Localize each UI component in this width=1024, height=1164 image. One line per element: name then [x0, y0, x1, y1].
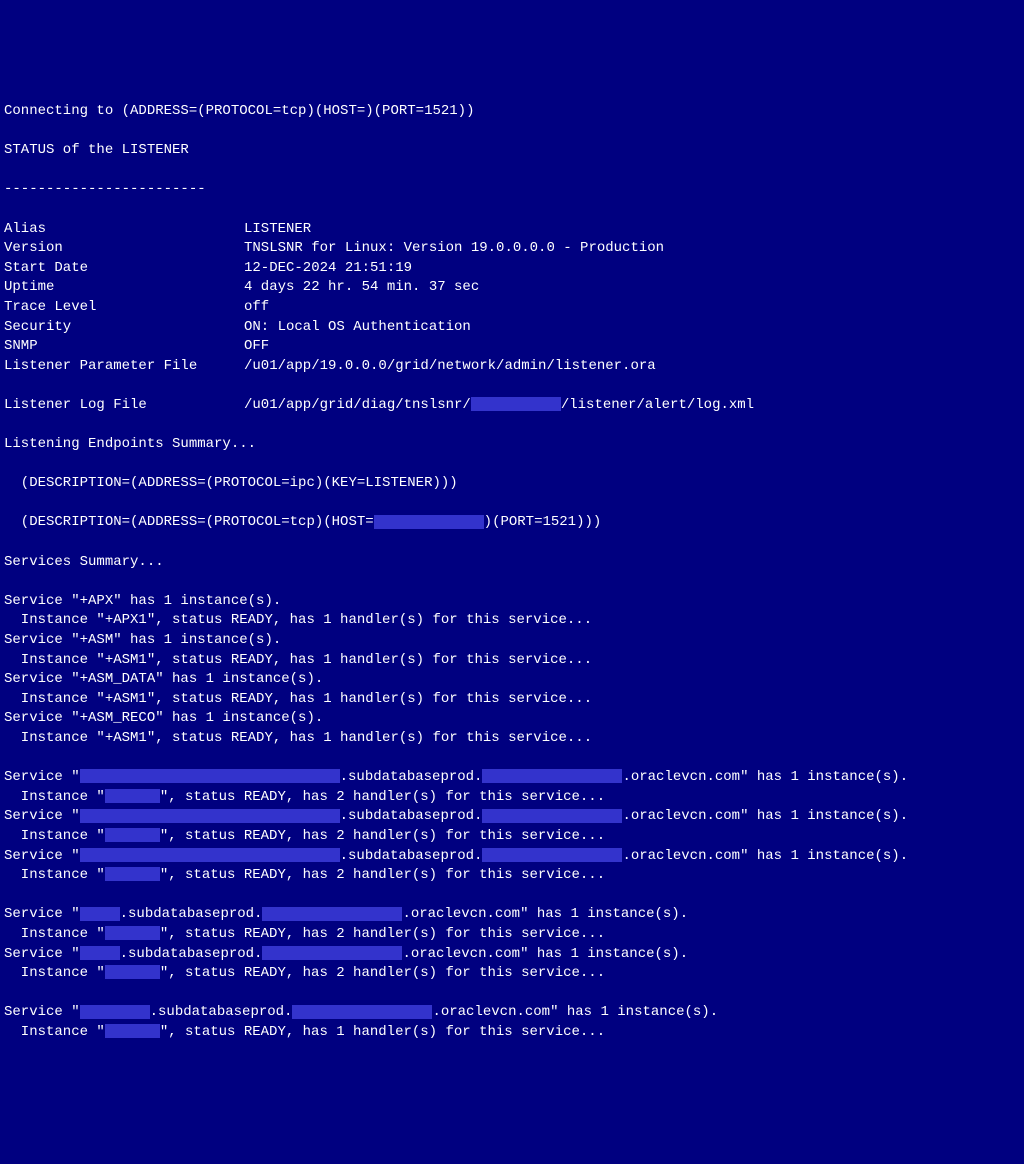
- status-row: SNMPOFF: [4, 337, 1024, 357]
- status-row: Listener Parameter File/u01/app/19.0.0.0…: [4, 357, 1024, 377]
- endpoint-ipc: (DESCRIPTION=(ADDRESS=(PROTOCOL=ipc)(KEY…: [4, 474, 1024, 494]
- redacted-instance-name: [105, 926, 160, 940]
- status-row: AliasLISTENER: [4, 220, 1024, 240]
- redacted-domain: [482, 809, 622, 823]
- divider: ------------------------: [4, 180, 1024, 200]
- redacted-domain: [262, 907, 402, 921]
- status-row: SecurityON: Local OS Authentication: [4, 318, 1024, 338]
- redacted-instance-name: [105, 828, 160, 842]
- status-key: Uptime: [4, 278, 244, 298]
- service-line-redacted: Service ".subdatabaseprod..oraclevcn.com…: [4, 768, 1024, 788]
- redacted-domain: [262, 946, 402, 960]
- status-value: 12-DEC-2024 21:51:19: [244, 259, 1024, 279]
- redacted-domain: [482, 848, 622, 862]
- status-key: Trace Level: [4, 298, 244, 318]
- redacted-service-prefix: [80, 1005, 150, 1019]
- redacted-service-prefix: [80, 946, 120, 960]
- status-key: Security: [4, 318, 244, 338]
- instance-line-redacted: Instance "", status READY, has 2 handler…: [4, 866, 1024, 886]
- instance-line: Instance "+ASM1", status READY, has 1 ha…: [4, 651, 1024, 671]
- connecting-line: Connecting to (ADDRESS=(PROTOCOL=tcp)(HO…: [4, 102, 1024, 122]
- status-row: Trace Leveloff: [4, 298, 1024, 318]
- log-file-key: Listener Log File: [4, 396, 244, 416]
- status-value: off: [244, 298, 1024, 318]
- service-line: Service "+ASM" has 1 instance(s).: [4, 631, 1024, 651]
- redacted-instance-name: [105, 965, 160, 979]
- status-value: LISTENER: [244, 220, 1024, 240]
- status-value: ON: Local OS Authentication: [244, 318, 1024, 338]
- terminal-output: Connecting to (ADDRESS=(PROTOCOL=tcp)(HO…: [4, 82, 1024, 1062]
- status-header: STATUS of the LISTENER: [4, 141, 1024, 161]
- instance-line: Instance "+APX1", status READY, has 1 ha…: [4, 611, 1024, 631]
- services-summary-title: Services Summary...: [4, 553, 1024, 573]
- service-line-redacted: Service ".subdatabaseprod..oraclevcn.com…: [4, 945, 1024, 965]
- service-line: Service "+ASM_DATA" has 1 instance(s).: [4, 670, 1024, 690]
- endpoint-tcp: (DESCRIPTION=(ADDRESS=(PROTOCOL=tcp)(HOS…: [4, 513, 1024, 533]
- service-line-redacted: Service ".subdatabaseprod..oraclevcn.com…: [4, 807, 1024, 827]
- status-row: Uptime4 days 22 hr. 54 min. 37 sec: [4, 278, 1024, 298]
- redacted-instance-name: [105, 789, 160, 803]
- status-key: Start Date: [4, 259, 244, 279]
- redacted-hostname: [471, 397, 561, 411]
- instance-line-redacted: Instance "", status READY, has 2 handler…: [4, 964, 1024, 984]
- status-value: TNSLSNR for Linux: Version 19.0.0.0.0 - …: [244, 239, 1024, 259]
- instance-line-redacted: Instance "", status READY, has 1 handler…: [4, 1023, 1024, 1043]
- status-row: VersionTNSLSNR for Linux: Version 19.0.0…: [4, 239, 1024, 259]
- instance-line-redacted: Instance "", status READY, has 2 handler…: [4, 827, 1024, 847]
- status-value: /u01/app/19.0.0.0/grid/network/admin/lis…: [244, 357, 1024, 377]
- redacted-domain: [482, 769, 622, 783]
- status-row: Start Date12-DEC-2024 21:51:19: [4, 259, 1024, 279]
- service-line-redacted: Service ".subdatabaseprod..oraclevcn.com…: [4, 1003, 1024, 1023]
- redacted-service-prefix: [80, 907, 120, 921]
- status-key: SNMP: [4, 337, 244, 357]
- instance-line: Instance "+ASM1", status READY, has 1 ha…: [4, 729, 1024, 749]
- instance-line: Instance "+ASM1", status READY, has 1 ha…: [4, 690, 1024, 710]
- redacted-tcp-host: [374, 515, 484, 529]
- service-line-redacted: Service ".subdatabaseprod..oraclevcn.com…: [4, 847, 1024, 867]
- service-line: Service "+APX" has 1 instance(s).: [4, 592, 1024, 612]
- service-line-redacted: Service ".subdatabaseprod..oraclevcn.com…: [4, 905, 1024, 925]
- status-value: OFF: [244, 337, 1024, 357]
- instance-line-redacted: Instance "", status READY, has 2 handler…: [4, 925, 1024, 945]
- redacted-service-name: [80, 848, 340, 862]
- redacted-domain: [292, 1005, 432, 1019]
- status-key: Listener Parameter File: [4, 357, 244, 377]
- status-value: 4 days 22 hr. 54 min. 37 sec: [244, 278, 1024, 298]
- redacted-service-name: [80, 809, 340, 823]
- redacted-instance-name: [105, 867, 160, 881]
- instance-line-redacted: Instance "", status READY, has 2 handler…: [4, 788, 1024, 808]
- endpoints-summary-title: Listening Endpoints Summary...: [4, 435, 1024, 455]
- log-file-value: /u01/app/grid/diag/tnslsnr//listener/ale…: [244, 396, 1024, 416]
- status-key: Version: [4, 239, 244, 259]
- status-key: Alias: [4, 220, 244, 240]
- redacted-service-name: [80, 769, 340, 783]
- service-line: Service "+ASM_RECO" has 1 instance(s).: [4, 709, 1024, 729]
- redacted-instance-name: [105, 1024, 160, 1038]
- listener-log-file-row: Listener Log File/u01/app/grid/diag/tnsl…: [4, 396, 1024, 416]
